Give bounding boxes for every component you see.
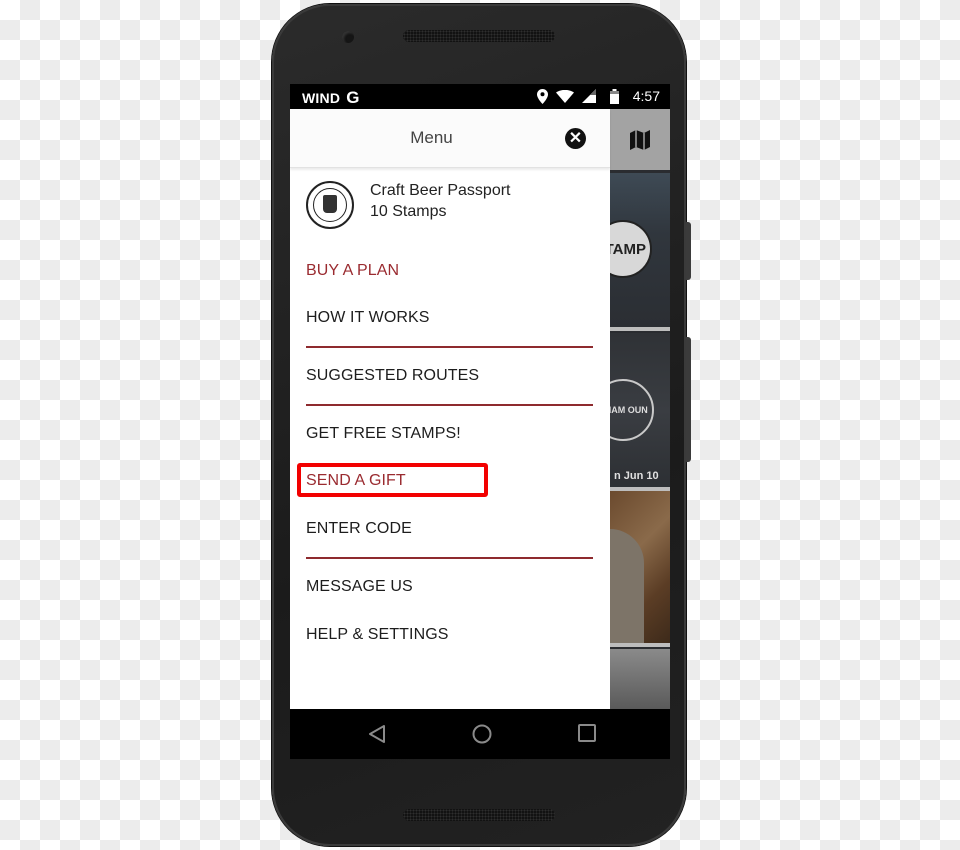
photo-person (610, 529, 644, 643)
stamp-count: 10 Stamps (370, 203, 447, 220)
bottom-speaker (403, 809, 555, 821)
menu-item-message-us[interactable]: MESSAGE US (306, 578, 413, 596)
divider (306, 557, 593, 559)
annotation-highlight-box (297, 463, 488, 497)
drawer-title: Menu (410, 128, 453, 147)
brewery-card[interactable] (610, 649, 670, 709)
plan-name: Craft Beer Passport (370, 182, 511, 199)
close-button[interactable]: ✕ (565, 128, 586, 149)
drawer-header: Menu ✕ (290, 109, 610, 168)
navigation-drawer: Menu ✕ Craft Beer Passport 10 Stamps BUY… (290, 109, 610, 709)
clock: 4:57 (632, 88, 660, 104)
battery-icon (609, 88, 619, 104)
recents-icon[interactable] (578, 724, 596, 742)
signal-icon (581, 89, 596, 103)
card-divider (610, 327, 670, 331)
divider (306, 404, 593, 406)
menu-item-help-settings[interactable]: HELP & SETTINGS (306, 626, 449, 644)
carrier-label: WIND G (302, 88, 360, 108)
menu-item-buy-a-plan[interactable]: BUY A PLAN (306, 262, 399, 280)
close-icon: ✕ (568, 129, 583, 147)
carrier-name: WIND (302, 90, 341, 106)
wifi-icon (555, 89, 574, 103)
craft-beer-passport-logo (306, 181, 354, 229)
phone-screen: WIND G 4:57 TAMP RHAM OUN n Jun 10 Menu … (290, 84, 670, 759)
back-icon[interactable] (368, 724, 386, 744)
menu-item-suggested-routes[interactable]: SUGGESTED ROUTES (306, 367, 479, 385)
home-icon[interactable] (472, 724, 492, 744)
menu-item-get-free-stamps[interactable]: GET FREE STAMPS! (306, 425, 461, 443)
volume-button (686, 337, 691, 462)
map-button[interactable] (610, 109, 670, 170)
stamp-date: n Jun 10 (614, 470, 659, 482)
map-icon (630, 129, 650, 150)
front-camera (342, 31, 354, 43)
stamp-button-label: TAMP (604, 240, 646, 258)
menu-item-enter-code[interactable]: ENTER CODE (306, 520, 412, 538)
location-icon (536, 88, 548, 104)
status-bar: WIND G 4:57 (290, 84, 670, 109)
card-divider (610, 643, 670, 647)
power-button (686, 222, 691, 280)
android-nav-bar (290, 709, 670, 759)
background-app: TAMP RHAM OUN n Jun 10 (592, 109, 670, 709)
network-type: G (346, 88, 360, 107)
profile-section: Craft Beer Passport 10 Stamps (306, 179, 596, 235)
earpiece-speaker (403, 30, 555, 42)
menu-item-how-it-works[interactable]: HOW IT WORKS (306, 309, 430, 327)
divider (306, 346, 593, 348)
